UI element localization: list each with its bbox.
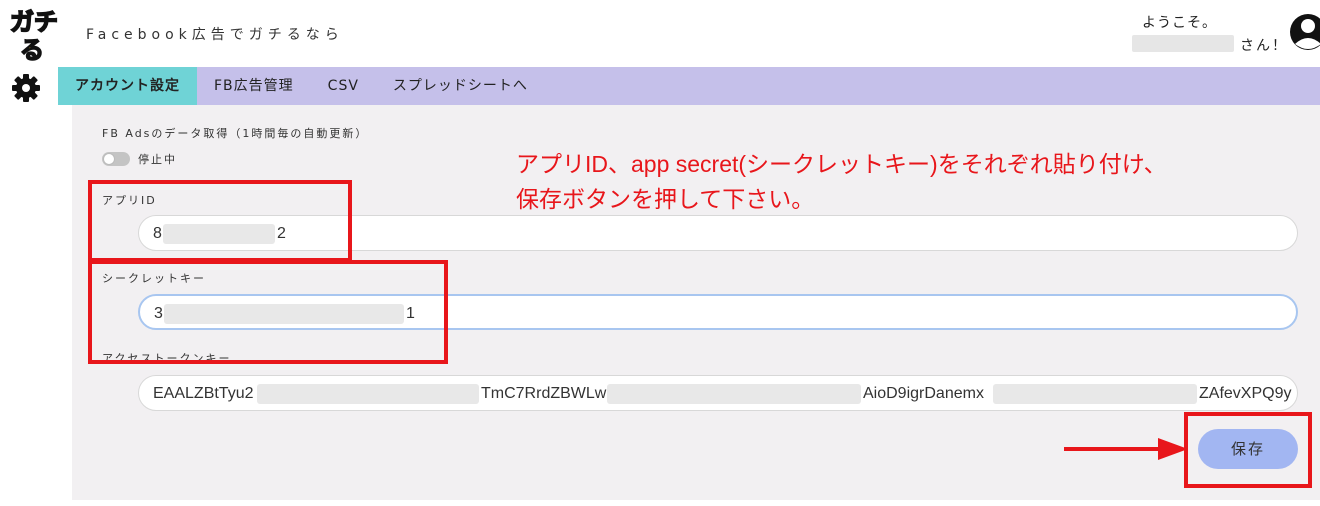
instruction-annotation-line1: アプリID、app secret(シークレットキー)をそれぞれ貼り付け、 [516, 151, 1167, 177]
fetch-setting-label: FB Adsのデータ取得（1時間毎の自動更新） [102, 127, 369, 140]
site-tagline: Facebook広告でガチるなら [86, 27, 344, 43]
token-redacted-3 [993, 384, 1197, 404]
user-greeting: さん！ [1132, 35, 1292, 54]
token-redacted-1 [257, 384, 479, 404]
token-part-1: EAALZBtTyu2 [153, 385, 254, 402]
gachiru-logo[interactable]: ガチ る [8, 4, 60, 65]
access-token-input[interactable]: EAALZBtTyu2 TmC7RrdZBWLw AioD9igrDanemx … [138, 375, 1298, 411]
username-redacted [1132, 35, 1234, 52]
svg-text:る: る [20, 36, 44, 62]
highlight-box-app-id [88, 180, 352, 262]
svg-text:ガチ: ガチ [10, 8, 58, 36]
token-part-2: TmC7RrdZBWLw [481, 385, 607, 402]
tab-fb-ads-management[interactable]: FB広告管理 [197, 67, 311, 105]
toggle-knob [103, 153, 115, 165]
settings-gear-icon[interactable] [11, 73, 41, 103]
tab-spreadsheet[interactable]: スプレッドシートへ [376, 67, 545, 105]
highlight-box-save-button [1184, 412, 1312, 488]
instruction-annotation-line2: 保存ボタンを押して下さい。 [516, 186, 815, 212]
user-avatar-icon[interactable] [1286, 8, 1320, 58]
tab-account-settings[interactable]: アカウント設定 [58, 67, 197, 105]
auto-fetch-toggle[interactable] [102, 152, 130, 166]
token-redacted-2 [607, 384, 861, 404]
main-nav: アカウント設定 FB広告管理 CSV スプレッドシートへ [58, 67, 1320, 105]
token-part-4: ZAfevXPQ9y [1199, 385, 1292, 402]
tab-csv[interactable]: CSV [311, 67, 376, 105]
red-arrow-icon [1062, 436, 1190, 462]
user-suffix: さん！ [1240, 38, 1288, 54]
token-part-3: AioD9igrDanemx [863, 385, 984, 402]
welcome-text: ようこそ。 [1142, 15, 1217, 31]
highlight-box-secret-key [88, 260, 448, 364]
toggle-status-label: 停止中 [138, 153, 177, 166]
